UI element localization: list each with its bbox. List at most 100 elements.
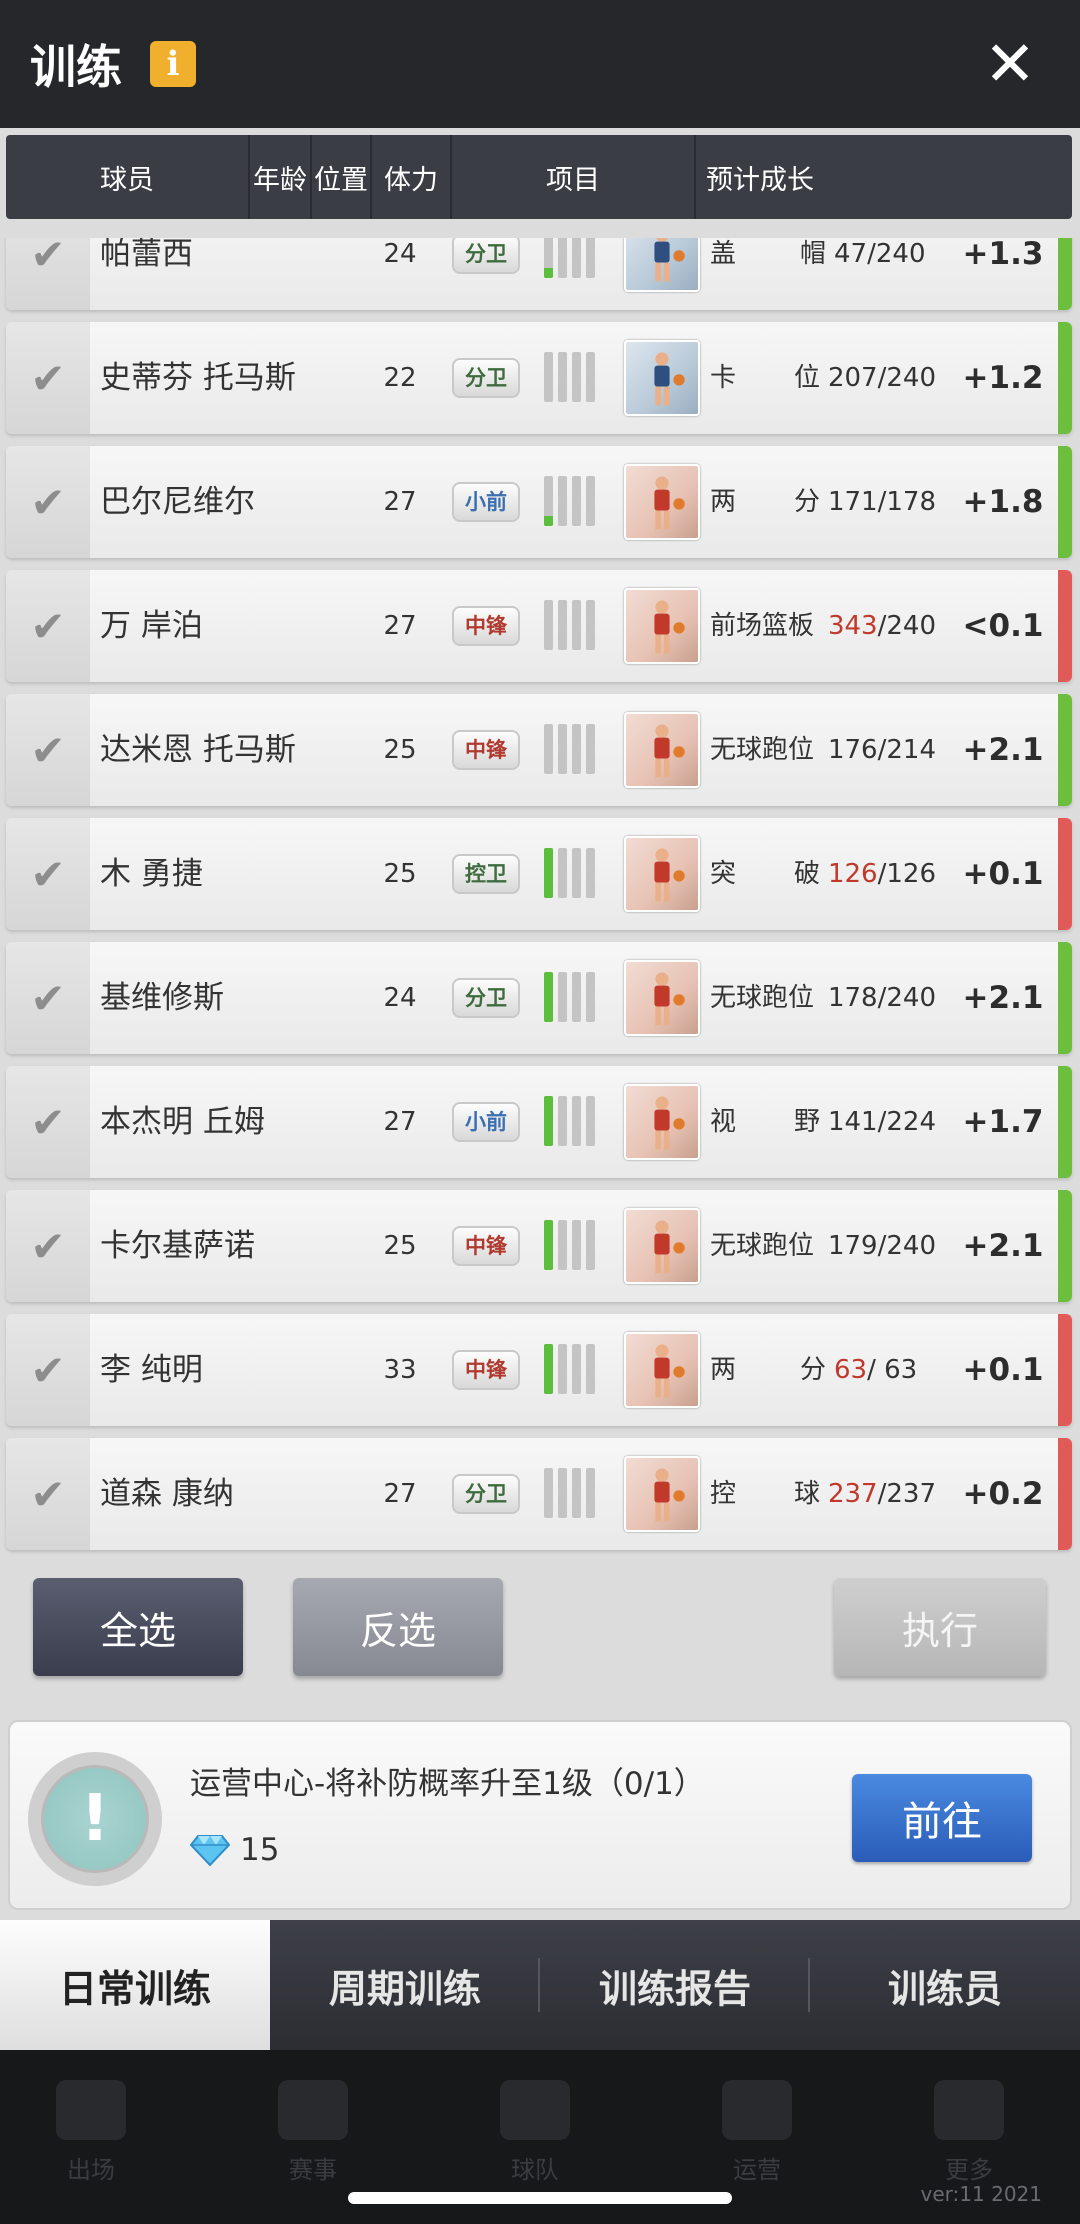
progress-current: 176	[827, 735, 878, 765]
go-button[interactable]: 前往	[852, 1774, 1032, 1862]
checkbox[interactable]: ✔	[6, 694, 90, 806]
checkbox[interactable]: ✔	[6, 1066, 90, 1178]
nav-item[interactable]: 更多	[914, 2080, 1024, 2185]
growth-indicator	[1058, 694, 1072, 806]
skill-thumbnail[interactable]	[624, 588, 700, 664]
player-row[interactable]: ✔ 帕蕾西 24 分卫 盖帽 47/240 +1.3	[6, 238, 1072, 310]
tab-trainer[interactable]: 训练员	[810, 1920, 1080, 2050]
nav-item[interactable]: 运营	[702, 2080, 812, 2185]
player-name: 木 勇捷	[100, 856, 203, 892]
skill-thumbnail[interactable]	[624, 238, 700, 292]
progress-current: 63	[834, 1355, 868, 1385]
player-row[interactable]: ✔ 达米恩 托马斯 25 中锋 无球跑位 176/214 +2.1	[6, 694, 1072, 806]
col-player[interactable]: 球员	[6, 135, 250, 219]
expected-growth: +1.8	[962, 484, 1044, 520]
header-bar: 训练 i ✕	[0, 0, 1080, 128]
close-button[interactable]: ✕	[980, 33, 1040, 95]
progress-current: 237	[827, 1479, 878, 1509]
skill-thumbnail[interactable]	[624, 1456, 700, 1532]
skill-thumbnail[interactable]	[624, 960, 700, 1036]
col-stamina[interactable]: 体力	[372, 135, 452, 219]
invert-selection-button[interactable]: 反选	[293, 1578, 503, 1676]
col-growth[interactable]: 预计成长	[696, 135, 824, 219]
warning-icon: !	[28, 1752, 162, 1886]
player-row[interactable]: ✔ 道森 康纳 27 分卫 控球 237/237 +0.2	[6, 1438, 1072, 1550]
player-name: 万 岸泊	[100, 608, 203, 644]
player-row[interactable]: ✔ 巴尔尼维尔 27 小前 两分 171/178 +1.8	[6, 446, 1072, 558]
training-item: 无球跑位 178/240	[710, 983, 936, 1013]
nav-label: 运营	[733, 2156, 781, 2184]
checkbox[interactable]: ✔	[6, 1314, 90, 1426]
home-indicator[interactable]	[348, 2192, 732, 2204]
col-item[interactable]: 项目	[452, 135, 696, 219]
nav-icon	[278, 2080, 348, 2140]
player-name: 帕蕾西	[100, 238, 193, 272]
tab-daily-training[interactable]: 日常训练	[0, 1920, 270, 2050]
task-card: ! 运营中心-将补防概率升至1级（0/1） 15 前往	[8, 1720, 1072, 1910]
progress-max: /214	[877, 735, 936, 765]
training-item: 视野 141/224	[710, 1107, 936, 1137]
progress-max: /178	[877, 487, 936, 517]
position-badge: 中锋	[452, 730, 520, 770]
tab-periodic-training[interactable]: 周期训练	[270, 1920, 540, 2050]
nav-label: 赛事	[289, 2156, 337, 2184]
player-age: 33	[383, 1355, 417, 1385]
checkbox[interactable]: ✔	[6, 446, 90, 558]
player-row[interactable]: ✔ 基维修斯 24 分卫 无球跑位 178/240 +2.1	[6, 942, 1072, 1054]
tab-training-report[interactable]: 训练报告	[540, 1920, 810, 2050]
col-position[interactable]: 位置	[312, 135, 372, 219]
skill-thumbnail[interactable]	[624, 1208, 700, 1284]
checkbox[interactable]: ✔	[6, 818, 90, 930]
growth-indicator	[1058, 1066, 1072, 1178]
checkbox[interactable]: ✔	[6, 570, 90, 682]
player-age: 25	[383, 859, 417, 889]
execute-button[interactable]: 执行	[834, 1578, 1046, 1676]
progress-current: 207	[827, 363, 878, 393]
skill-thumbnail[interactable]	[624, 1332, 700, 1408]
expected-growth: +1.2	[962, 360, 1044, 396]
checkbox[interactable]: ✔	[6, 1190, 90, 1302]
nav-item[interactable]: 赛事	[258, 2080, 368, 2185]
expected-growth: +2.1	[962, 732, 1044, 768]
nav-icon	[56, 2080, 126, 2140]
skill-thumbnail[interactable]	[624, 464, 700, 540]
checkbox[interactable]: ✔	[6, 322, 90, 434]
skill-thumbnail[interactable]	[624, 1084, 700, 1160]
select-all-button[interactable]: 全选	[33, 1578, 243, 1676]
stamina-meter	[544, 352, 595, 402]
player-list[interactable]: ✔ 帕蕾西 24 分卫盖帽 47/240 +1.3 ✔ 史蒂芬 托马斯 22 分卫卡位 207/24…	[0, 238, 1080, 1688]
stamina-meter	[544, 1096, 595, 1146]
progress-current: 126	[827, 859, 878, 889]
skill-thumbnail[interactable]	[624, 836, 700, 912]
nav-item[interactable]: 球队	[480, 2080, 590, 2185]
info-icon[interactable]: i	[150, 41, 196, 87]
player-row[interactable]: ✔ 史蒂芬 托马斯 22 分卫 卡位 207/240 +1.2	[6, 322, 1072, 434]
player-age: 27	[383, 611, 417, 641]
nav-item[interactable]: 出场	[36, 2080, 146, 2185]
training-item: 突破 126/126	[710, 859, 936, 889]
stamina-meter	[544, 848, 595, 898]
player-row[interactable]: ✔ 木 勇捷 25 控卫 突破 126/126 +0.1	[6, 818, 1072, 930]
progress-max: /240	[877, 611, 936, 641]
checkbox[interactable]: ✔	[6, 1438, 90, 1550]
player-row[interactable]: ✔ 本杰明 丘姆 27 小前 视野 141/224 +1.7	[6, 1066, 1072, 1178]
player-row[interactable]: ✔ 李 纯明 33 中锋 两分 63/ 63 +0.1	[6, 1314, 1072, 1426]
skill-thumbnail[interactable]	[624, 712, 700, 788]
stamina-meter	[544, 476, 595, 526]
stamina-meter	[544, 1344, 595, 1394]
player-age: 25	[383, 735, 417, 765]
growth-indicator	[1058, 238, 1072, 310]
checkbox[interactable]: ✔	[6, 238, 90, 310]
player-row[interactable]: ✔ 万 岸泊 27 中锋 前场篮板 343/240 <0.1	[6, 570, 1072, 682]
checkbox[interactable]: ✔	[6, 942, 90, 1054]
version-label: ver:11 2021	[920, 2182, 1042, 2206]
expected-growth: +1.3	[962, 238, 1044, 272]
stamina-meter	[544, 600, 595, 650]
player-row[interactable]: ✔ 卡尔基萨诺 25 中锋 无球跑位 179/240 +2.1	[6, 1190, 1072, 1302]
training-item: 前场篮板 343/240	[710, 611, 936, 641]
col-age[interactable]: 年龄	[250, 135, 312, 219]
expected-growth: +2.1	[962, 980, 1044, 1016]
skill-thumbnail[interactable]	[624, 340, 700, 416]
player-age: 27	[383, 487, 417, 517]
page-title: 训练	[30, 40, 122, 94]
